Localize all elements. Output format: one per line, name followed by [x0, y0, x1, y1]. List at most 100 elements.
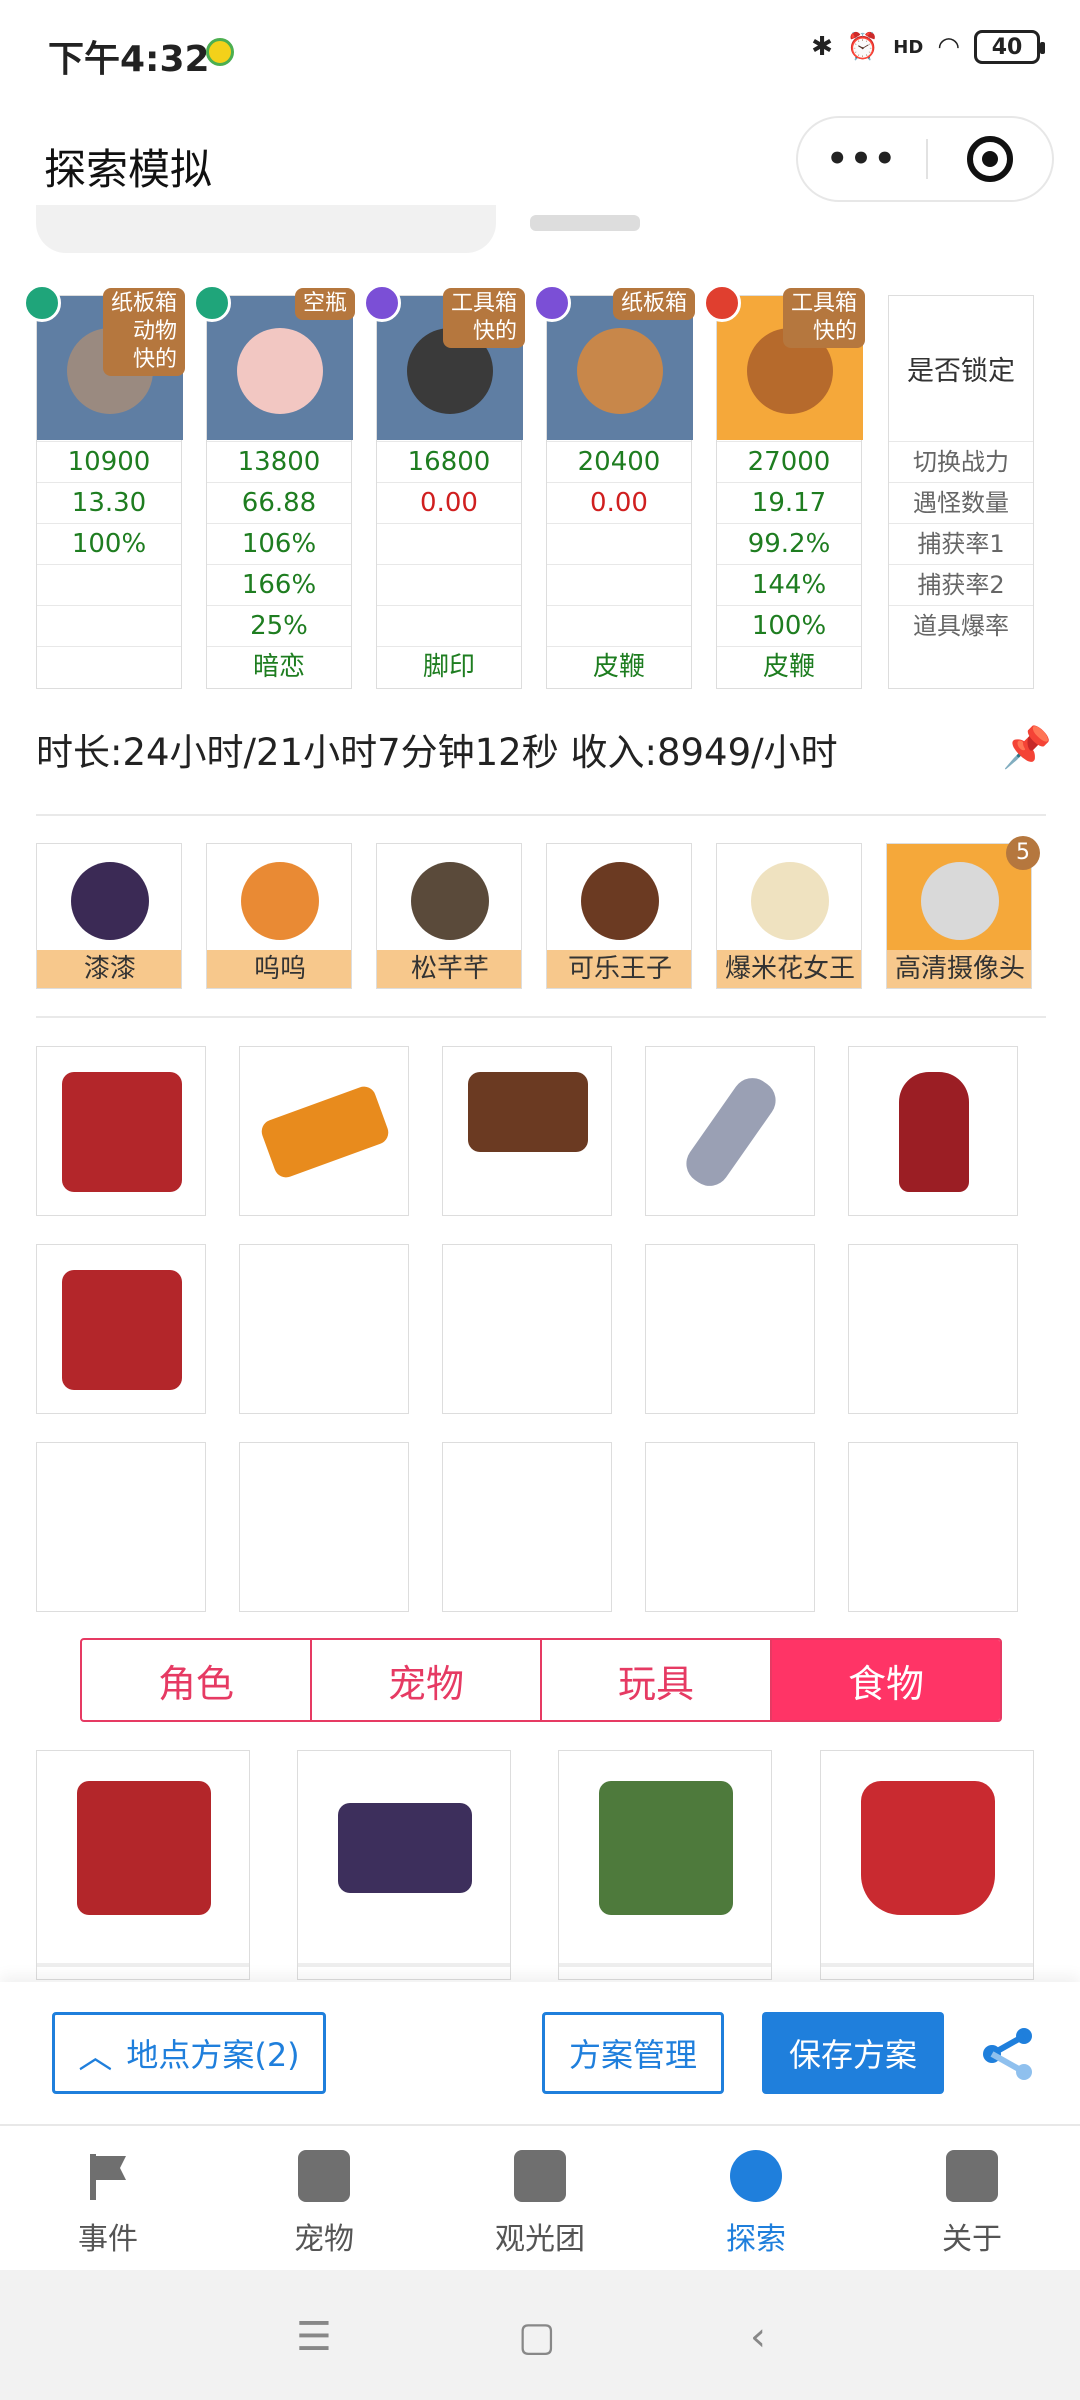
tab-food[interactable]: 食物 — [772, 1640, 1000, 1720]
member-art — [207, 844, 351, 952]
bottom-tab-explore[interactable]: 探索 — [686, 2150, 826, 2258]
bottom-tab-events[interactable]: 事件 — [38, 2150, 178, 2258]
pet-column[interactable]: 纸板箱 动物 快的 10900 13.30 100% — [23, 284, 185, 689]
team-member[interactable]: 可乐王子 — [546, 843, 692, 989]
food-card[interactable] — [297, 1750, 511, 1980]
pet-trait-tag: 纸板箱 — [612, 288, 695, 320]
pet-column[interactable]: 工具箱 快的 16800 0.00 脚印 — [363, 284, 525, 689]
team-member[interactable]: 漆漆 — [36, 843, 182, 989]
pet-column[interactable]: 工具箱 快的 27000 19.17 99.2% 144% 100% 皮鞭 — [703, 284, 865, 689]
item-slot[interactable] — [239, 1244, 409, 1414]
pet-stat-catch2: 166% — [207, 564, 351, 605]
pet-stat-catch1: 99.2% — [717, 523, 861, 564]
food-card[interactable] — [36, 1750, 250, 1980]
rarity-gem-icon — [703, 284, 741, 322]
bottom-tab-label: 事件 — [78, 2222, 138, 2257]
back-icon[interactable]: ‹ — [750, 2314, 766, 2360]
item-slot[interactable] — [645, 1244, 815, 1414]
divider — [36, 1016, 1046, 1018]
bluetooth-icon: ✱ — [811, 32, 833, 62]
chevron-up-icon: ︿ — [78, 2036, 113, 2077]
bottom-tab-pets[interactable]: 宠物 — [254, 2150, 394, 2258]
item-slot[interactable] — [239, 1442, 409, 1612]
bottom-tab-about[interactable]: 关于 — [902, 2150, 1042, 2258]
pet-stat-catch2 — [377, 564, 521, 605]
more-menu-button[interactable]: ••• — [798, 142, 926, 176]
food-card[interactable] — [820, 1750, 1034, 1980]
item-slot[interactable] — [848, 1442, 1018, 1612]
pet-stat-power: 10900 — [37, 441, 181, 482]
food-card[interactable] — [558, 1750, 772, 1980]
item-slot[interactable] — [442, 1442, 612, 1612]
pet-column[interactable]: 纸板箱 20400 0.00 皮鞭 — [533, 284, 695, 689]
item-slot[interactable] — [848, 1244, 1018, 1414]
pet-stat-catch2 — [547, 564, 691, 605]
pet-stat-skill: 皮鞭 — [547, 646, 691, 687]
lock-header[interactable]: 是否锁定 — [889, 296, 1033, 441]
pet-face-icon — [577, 328, 663, 414]
pet-avatar[interactable]: 纸板箱 — [533, 284, 695, 440]
rarity-gem-icon — [533, 284, 571, 322]
tab-toy[interactable]: 玩具 — [542, 1640, 772, 1720]
item-slot[interactable] — [36, 1046, 206, 1216]
legend-column: 是否锁定 切换战力 遇怪数量 捕获率1 捕获率2 道具爆率 — [888, 295, 1034, 689]
share-icon[interactable] — [980, 2028, 1036, 2080]
bento-box-icon — [77, 1781, 211, 1915]
rarity-gem-icon — [23, 284, 61, 322]
pet-stat-skill — [37, 646, 181, 687]
pet-stat-power: 27000 — [717, 441, 861, 482]
pet-stat-catch2: 144% — [717, 564, 861, 605]
team-member[interactable]: 呜呜 — [206, 843, 352, 989]
item-slot[interactable] — [239, 1046, 409, 1216]
fire-extinguisher-icon — [899, 1072, 969, 1192]
legend-catch2: 捕获率2 — [889, 564, 1033, 605]
pet-icon — [298, 2150, 350, 2202]
item-slot[interactable] — [645, 1046, 815, 1216]
member-name: 可乐王子 — [547, 950, 691, 988]
list-icon — [946, 2150, 998, 2202]
location-plan-button[interactable]: ︿ 地点方案(2) — [52, 2012, 326, 2094]
mini-program-capsule: ••• — [796, 116, 1054, 202]
item-slot[interactable] — [645, 1442, 815, 1612]
home-icon[interactable]: ▢ — [518, 2314, 556, 2360]
team-member[interactable]: 爆米花女王 — [716, 843, 862, 989]
pet-stat-encounter: 66.88 — [207, 482, 351, 523]
pet-stat-drop: 25% — [207, 605, 351, 646]
camera-icon — [921, 862, 999, 940]
pet-stat-drop — [547, 605, 691, 646]
pet-avatar[interactable]: 工具箱 快的 — [363, 284, 525, 440]
member-name: 爆米花女王 — [717, 950, 861, 988]
pet-stat-power: 16800 — [377, 441, 521, 482]
save-plan-button[interactable]: 保存方案 — [762, 2012, 944, 2094]
tab-pet[interactable]: 宠物 — [312, 1640, 542, 1720]
item-slot[interactable] — [442, 1244, 612, 1414]
character-avatar — [751, 862, 829, 940]
item-slot[interactable] — [36, 1244, 206, 1414]
pet-stat-skill: 皮鞭 — [717, 646, 861, 687]
tab-character[interactable]: 角色 — [82, 1640, 312, 1720]
item-slot[interactable] — [36, 1442, 206, 1612]
legend-catch1: 捕获率1 — [889, 523, 1033, 564]
bento-box-icon — [62, 1072, 182, 1192]
pet-stat-drop — [37, 605, 181, 646]
pet-avatar[interactable]: 空瓶 — [193, 284, 355, 440]
pet-column[interactable]: 空瓶 13800 66.88 106% 166% 25% 暗恋 — [193, 284, 355, 689]
item-slot[interactable] — [848, 1046, 1018, 1216]
bento-box-icon — [62, 1270, 182, 1390]
pin-icon[interactable]: 📌 — [1002, 724, 1052, 771]
team-member[interactable]: 松芊芊 — [376, 843, 522, 989]
pet-stat-catch2 — [37, 564, 181, 605]
duration-income-text: 时长:24小时/21小时7分钟12秒 收入:8949/小时 — [36, 731, 838, 774]
bottom-tab-tour[interactable]: 观光团 — [470, 2150, 610, 2258]
menu-icon[interactable]: ☰ — [296, 2314, 332, 2360]
page-title: 探索模拟 — [44, 145, 213, 194]
member-art — [37, 844, 181, 952]
plan-manage-button[interactable]: 方案管理 — [542, 2012, 724, 2094]
character-avatar — [71, 862, 149, 940]
pet-avatar[interactable]: 工具箱 快的 — [703, 284, 865, 440]
member-art — [377, 844, 521, 952]
item-slot[interactable] — [442, 1046, 612, 1216]
close-program-button[interactable] — [928, 136, 1052, 182]
status-time: 下午4:32 — [48, 39, 210, 80]
pet-avatar[interactable]: 纸板箱 动物 快的 — [23, 284, 185, 440]
